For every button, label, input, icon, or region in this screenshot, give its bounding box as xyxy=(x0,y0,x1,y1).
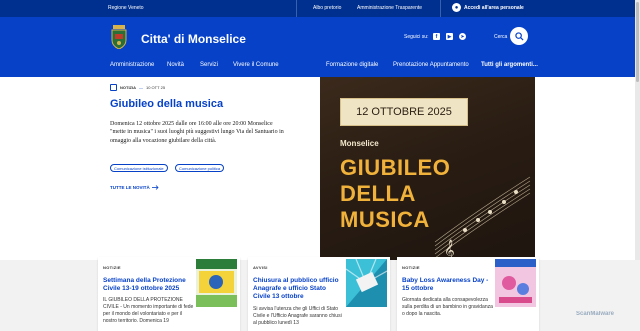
hero-image-city: Monselice xyxy=(340,139,379,148)
card-text: Giornata dedicata alla consapevolezza su… xyxy=(402,297,493,317)
hero-image-line-3: MUSICA xyxy=(340,207,430,232)
card-text: Si avvisa l'utenza che gli Uffici di Sta… xyxy=(253,306,342,326)
youtube-icon[interactable]: ▶ xyxy=(446,33,453,40)
site-title[interactable]: Citta' di Monselice xyxy=(141,32,246,46)
scrollbar-thumb[interactable] xyxy=(636,2,639,82)
main-nav: Amministrazione Novità Servizi Vivere il… xyxy=(0,59,640,75)
nav-item-servizi[interactable]: Servizi xyxy=(200,62,218,68)
news-card[interactable]: AVVISI Chiusura al pubblico ufficio Anag… xyxy=(248,257,390,331)
card-title[interactable]: Chiusura al pubblico ufficio Anagrafe e … xyxy=(253,277,345,301)
top-bar: Regione Veneto Albo pretorio Amministraz… xyxy=(0,0,640,17)
card-category: NOTIZIE xyxy=(103,265,121,270)
login-label: Accedi all'area personale xyxy=(464,4,524,11)
card-text: IL GIUBILEO DELLA PROTEZIONE CIVILE - Un… xyxy=(103,297,194,324)
watermark: ScanMalware xyxy=(576,311,615,317)
hero-image-line-2: DELLA xyxy=(340,181,416,206)
crest-icon[interactable] xyxy=(110,25,128,49)
card-title[interactable]: Settimana della Protezione Civile 13-19 … xyxy=(103,277,195,293)
amministrazione-trasparente-link[interactable]: Amministrazione Trasparente xyxy=(357,5,422,11)
search-icon xyxy=(514,31,524,41)
search-label: Cerca xyxy=(494,34,508,40)
divider xyxy=(440,0,441,17)
meta-dash: — xyxy=(139,85,143,90)
chip-comunicazione-politica[interactable]: Comunicazione politica xyxy=(175,164,225,172)
all-news-link[interactable]: TUTTE LE NOVITÀ xyxy=(110,185,159,190)
divider xyxy=(296,0,297,17)
nav-item-tutti-gli-argomenti[interactable]: Tutti gli argomenti... xyxy=(481,62,538,68)
card-thumbnail xyxy=(495,259,536,307)
nav-item-novita[interactable]: Novità xyxy=(167,62,184,68)
arrow-right-icon xyxy=(151,185,159,190)
card-thumbnail xyxy=(346,259,387,307)
hero-description: Domenica 12 ottobre 2025 dalle ore 16:00… xyxy=(110,121,284,144)
user-icon: ● xyxy=(452,3,461,12)
albo-pretorio-link[interactable]: Albo pretorio xyxy=(313,5,341,11)
hero-image[interactable]: 12 OTTOBRE 2025 Monselice GIUBILEO DELLA… xyxy=(320,77,535,260)
news-card[interactable]: NOTIZIE Baby Loss Awareness Day - 15 ott… xyxy=(397,257,539,331)
card-title[interactable]: Baby Loss Awareness Day - 15 ottobre xyxy=(402,277,494,293)
card-thumbnail xyxy=(196,259,237,307)
login-button[interactable]: ● Accedi all'area personale xyxy=(452,3,524,12)
search-button[interactable] xyxy=(510,27,528,45)
card-category: AVVISI xyxy=(253,265,268,270)
chip-comunicazione-istituzionale[interactable]: Comunicazione istituzionale xyxy=(110,164,168,172)
calendar-icon xyxy=(110,84,117,91)
telegram-icon[interactable]: ➤ xyxy=(459,33,466,40)
hero-image-date: 12 OTTOBRE 2025 xyxy=(340,98,468,126)
card-category: NOTIZIE xyxy=(402,265,420,270)
hero-category: NOTIZIA xyxy=(120,85,136,90)
nav-item-formazione-digitale[interactable]: Formazione digitale xyxy=(326,62,378,68)
news-card[interactable]: NOTIZIE Settimana della Protezione Civil… xyxy=(98,257,240,331)
hero-date: 10 OTT 25 xyxy=(146,85,166,90)
hero-title[interactable]: Giubileo della musica xyxy=(110,98,223,110)
all-news-label: TUTTE LE NOVITÀ xyxy=(110,185,150,190)
region-link[interactable]: Regione Veneto xyxy=(108,5,144,11)
nav-item-prenotazione[interactable]: Prenotazione Appuntamento xyxy=(393,62,469,68)
music-staff-graphic: 𝄞 xyxy=(434,176,531,260)
nav-item-vivere-il-comune[interactable]: Vivere il Comune xyxy=(233,62,279,68)
facebook-icon[interactable]: f xyxy=(433,33,440,40)
hero-meta: NOTIZIA — 10 OTT 25 xyxy=(110,84,165,91)
follow-label: Seguici su: xyxy=(404,34,429,40)
nav-item-amministrazione[interactable]: Amministrazione xyxy=(110,62,154,68)
